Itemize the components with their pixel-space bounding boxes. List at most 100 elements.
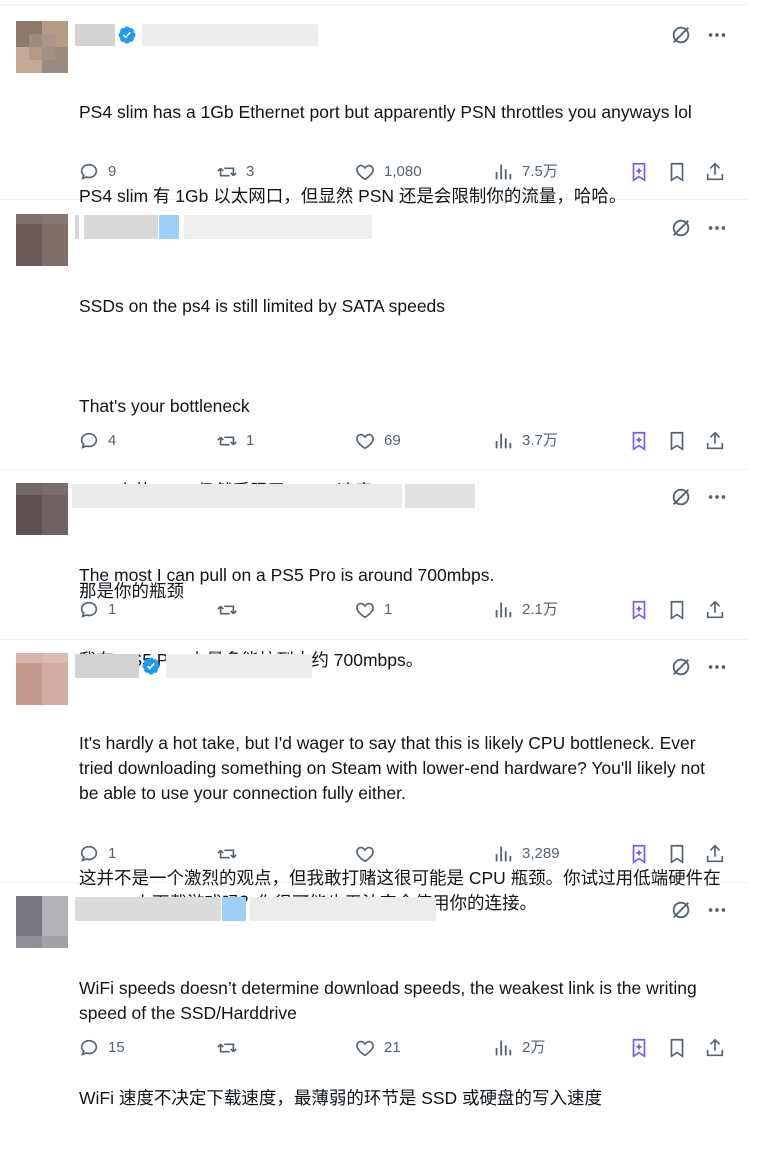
action-bar: 9 3 1,080 7.5万 xyxy=(78,161,730,185)
grok-icon xyxy=(632,600,646,620)
reply-icon xyxy=(80,432,98,449)
more-icon xyxy=(708,908,726,912)
reply-tweet[interactable]: WiFi speeds doesn’t determine download s… xyxy=(0,882,748,1108)
bookmark-icon xyxy=(670,431,684,451)
tweet-text-en-2: That's your bottleneck xyxy=(79,396,250,416)
bookmark-icon xyxy=(670,162,684,182)
views-icon xyxy=(495,846,512,862)
verified-badge-icon xyxy=(118,26,136,44)
retweet-icon xyxy=(217,849,237,859)
translate-icon xyxy=(672,658,690,676)
more-button[interactable] xyxy=(706,656,728,678)
retweet-button[interactable]: 3 xyxy=(216,161,254,183)
tweet-text-zh: WiFi 速度不决定下载速度，最薄弱的环节是 SSD 或硬盘的写入速度 xyxy=(79,1088,603,1108)
retweet-button[interactable] xyxy=(216,599,246,621)
more-button[interactable] xyxy=(706,217,728,239)
reply-tweet[interactable]: It's hardly a hot take, but I'd wager to… xyxy=(0,639,748,913)
retweet-button[interactable] xyxy=(216,843,246,865)
views-button[interactable]: 7.5万 xyxy=(492,161,558,183)
verified-badge-icon xyxy=(159,215,179,239)
more-button[interactable] xyxy=(706,486,728,508)
action-bar: 1 3,289 xyxy=(78,843,730,867)
grok-button[interactable] xyxy=(628,1037,650,1059)
avatar[interactable] xyxy=(16,653,68,705)
translate-button[interactable] xyxy=(670,656,692,678)
share-button[interactable] xyxy=(704,430,726,452)
retweet-icon xyxy=(217,605,237,615)
share-button[interactable] xyxy=(704,1037,726,1059)
avatar[interactable] xyxy=(16,21,68,73)
share-button[interactable] xyxy=(704,599,726,621)
like-icon xyxy=(356,846,374,863)
avatar[interactable] xyxy=(16,483,68,535)
reply-count: 4 xyxy=(108,432,117,449)
views-count: 3.7万 xyxy=(522,432,558,449)
grok-icon xyxy=(632,431,646,451)
views-count: 2.1万 xyxy=(522,601,558,618)
retweet-button[interactable]: 1 xyxy=(216,430,254,452)
translate-button[interactable] xyxy=(670,24,692,46)
reply-button[interactable]: 1 xyxy=(78,843,116,865)
like-button[interactable] xyxy=(354,843,384,865)
reply-button[interactable]: 4 xyxy=(78,430,116,452)
views-button[interactable]: 2万 xyxy=(492,1037,545,1059)
share-icon xyxy=(706,431,724,450)
reply-button[interactable]: 9 xyxy=(78,161,116,183)
tweet-text-en: PS4 slim has a 1Gb Ethernet port but app… xyxy=(79,102,692,122)
reply-count: 1 xyxy=(108,845,117,862)
grok-button[interactable] xyxy=(628,430,650,452)
translate-icon xyxy=(672,26,690,44)
more-icon xyxy=(708,495,726,499)
action-bar: 4 1 69 3.7万 xyxy=(78,430,730,454)
translate-icon xyxy=(672,219,690,237)
verified-badge-icon xyxy=(142,657,160,675)
reply-tweet[interactable]: PS4 slim has a 1Gb Ethernet port but app… xyxy=(0,5,748,206)
tweet-text-en: It's hardly a hot take, but I'd wager to… xyxy=(79,733,710,803)
bookmark-button[interactable] xyxy=(666,161,688,183)
grok-button[interactable] xyxy=(628,161,650,183)
avatar[interactable] xyxy=(16,214,68,266)
bookmark-button[interactable] xyxy=(666,599,688,621)
like-button[interactable]: 1 xyxy=(354,599,392,621)
like-button[interactable]: 1,080 xyxy=(354,161,422,183)
views-button[interactable]: 2.1万 xyxy=(492,599,558,621)
bookmark-icon xyxy=(670,600,684,620)
tweet-text-en-1: SSDs on the ps4 is still limited by SATA… xyxy=(79,296,446,316)
like-icon xyxy=(356,602,374,619)
translate-button[interactable] xyxy=(670,486,692,508)
like-count: 69 xyxy=(384,432,401,449)
bookmark-button[interactable] xyxy=(666,430,688,452)
grok-icon xyxy=(632,1038,646,1058)
like-icon xyxy=(356,164,374,181)
reply-icon xyxy=(80,845,98,862)
views-button[interactable]: 3.7万 xyxy=(492,430,558,452)
translate-button[interactable] xyxy=(670,217,692,239)
reply-tweet[interactable]: SSDs on the ps4 is still limited by SATA… xyxy=(0,199,748,601)
page-gutter xyxy=(748,0,764,1075)
bookmark-icon xyxy=(670,1038,684,1058)
more-button[interactable] xyxy=(706,24,728,46)
retweet-button[interactable] xyxy=(216,1037,246,1059)
like-button[interactable]: 69 xyxy=(354,430,401,452)
share-button[interactable] xyxy=(704,161,726,183)
more-button[interactable] xyxy=(706,899,728,921)
bookmark-button[interactable] xyxy=(666,843,688,865)
like-count: 1,080 xyxy=(384,163,422,180)
like-icon xyxy=(356,433,374,450)
translate-button[interactable] xyxy=(670,899,692,921)
views-button[interactable]: 3,289 xyxy=(492,843,560,865)
reply-icon xyxy=(80,1039,98,1056)
reply-button[interactable]: 15 xyxy=(78,1037,125,1059)
more-icon xyxy=(708,33,726,37)
reply-button[interactable]: 1 xyxy=(78,599,116,621)
grok-button[interactable] xyxy=(628,843,650,865)
like-button[interactable]: 21 xyxy=(354,1037,401,1059)
share-button[interactable] xyxy=(704,843,726,865)
more-icon xyxy=(708,226,726,230)
views-icon xyxy=(495,433,512,449)
avatar[interactable] xyxy=(16,896,68,948)
grok-button[interactable] xyxy=(628,599,650,621)
views-count: 3,289 xyxy=(522,845,560,862)
reply-tweet[interactable]: The most I can pull on a PS5 Pro is arou… xyxy=(0,469,748,670)
bookmark-button[interactable] xyxy=(666,1037,688,1059)
